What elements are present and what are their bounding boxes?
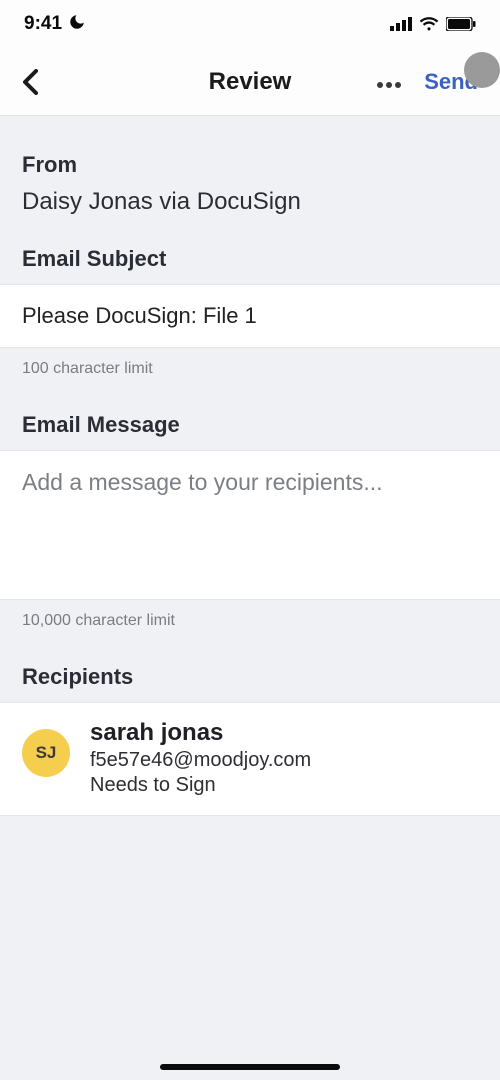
subject-input[interactable]: Please DocuSign: File 1 — [0, 284, 500, 348]
subject-value: Please DocuSign: File 1 — [22, 303, 478, 329]
message-label: Email Message — [0, 412, 500, 438]
avatar: SJ — [22, 729, 70, 777]
from-value: Daisy Jonas via DocuSign — [0, 178, 500, 216]
recipient-status: Needs to Sign — [90, 774, 311, 797]
ellipsis-icon — [376, 81, 402, 89]
recipients-label: Recipients — [0, 664, 500, 690]
home-indicator[interactable] — [160, 1064, 340, 1070]
avatar-initials: SJ — [36, 743, 57, 763]
status-bar: 9:41 — [0, 0, 500, 48]
message-input[interactable]: Add a message to your recipients... — [0, 450, 500, 600]
status-left: 9:41 — [24, 13, 86, 36]
nav-header: Review Send — [0, 48, 500, 116]
message-helper: 10,000 character limit — [0, 600, 500, 642]
recipient-row[interactable]: SJ sarah jonas f5e57e46@moodjoy.com Need… — [0, 702, 500, 816]
message-section: Email Message Add a message to your reci… — [0, 412, 500, 642]
status-right — [390, 17, 476, 31]
back-button[interactable] — [22, 69, 52, 95]
recipient-email: f5e57e46@moodjoy.com — [90, 749, 311, 772]
subject-section: Email Subject — [0, 246, 500, 284]
nav-actions: Send — [376, 69, 478, 95]
from-label: From — [0, 152, 500, 178]
page-title: Review — [209, 68, 292, 96]
cellular-signal-icon — [390, 17, 412, 31]
battery-icon — [446, 17, 476, 31]
more-options-button[interactable] — [376, 69, 402, 95]
status-time: 9:41 — [24, 13, 62, 35]
subject-helper: 100 character limit — [0, 348, 500, 390]
recipients-section: Recipients SJ sarah jonas f5e57e46@moodj… — [0, 664, 500, 816]
chevron-left-icon — [22, 69, 38, 95]
message-placeholder: Add a message to your recipients... — [22, 469, 478, 496]
recipient-info: sarah jonas f5e57e46@moodjoy.com Needs t… — [90, 719, 311, 797]
do-not-disturb-icon — [68, 13, 86, 36]
recipient-name: sarah jonas — [90, 719, 311, 747]
wifi-icon — [419, 17, 439, 31]
subject-label: Email Subject — [0, 246, 500, 272]
touch-indicator — [464, 52, 500, 88]
from-section: From Daisy Jonas via DocuSign — [0, 116, 500, 246]
